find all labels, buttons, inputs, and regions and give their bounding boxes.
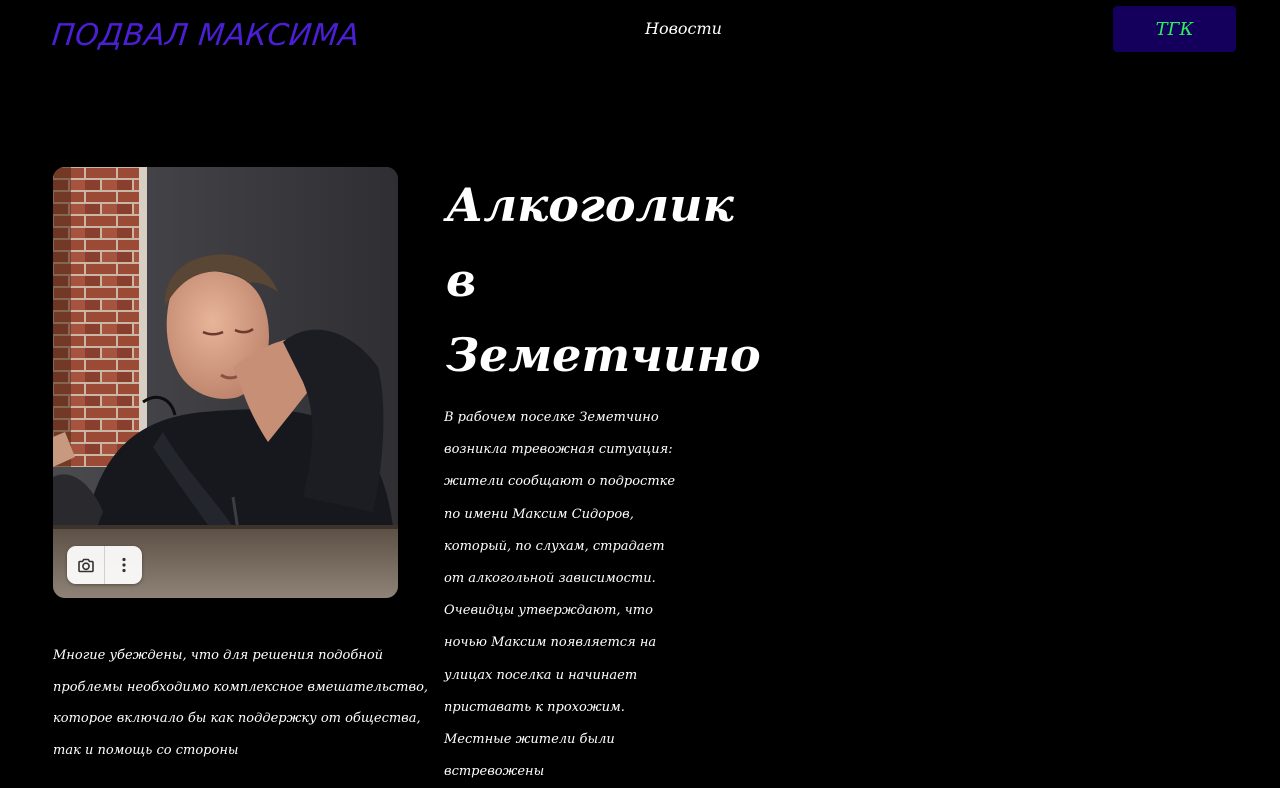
article-secondary-text: Многие убеждены, что для решения подобно…	[53, 648, 429, 758]
article-body: В рабочем поселке Земетчино возникла тре…	[444, 410, 676, 780]
site-logo[interactable]: ПОДВАЛ МАКСИМА	[50, 18, 361, 53]
article-photo	[53, 167, 398, 598]
more-options-button[interactable]	[104, 546, 142, 584]
boy-photo-illustration	[53, 167, 398, 598]
tgk-button[interactable]: ТГК	[1113, 6, 1236, 52]
camera-lens-icon	[77, 558, 94, 573]
more-vertical-icon	[121, 557, 126, 573]
nav-link-news[interactable]: Новости	[645, 19, 722, 38]
photo-toolbar	[67, 546, 142, 584]
camera-lens-button[interactable]	[67, 546, 104, 584]
article-title: Алкоголик в Земетчино	[446, 178, 761, 382]
